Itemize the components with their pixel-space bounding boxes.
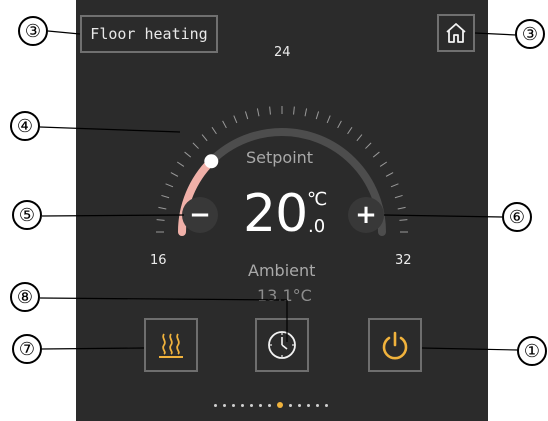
dial-tick [165,183,174,188]
page-dot[interactable] [232,403,235,407]
dial-tick [269,106,271,115]
ambient-label: Ambient [248,261,316,280]
page-dot[interactable] [316,403,319,407]
callout-home: ③ [515,19,545,49]
decrease-label: − [189,200,211,230]
page-dot[interactable] [223,403,226,407]
clock-icon [268,331,296,359]
dial-tick [161,194,170,199]
page-dot[interactable] [268,403,271,407]
dial-tick [304,108,308,117]
setpoint-integer: 20 [243,184,308,244]
page-dot-active[interactable] [277,402,283,408]
dial-tick [222,120,227,129]
dial-tick [256,108,260,117]
callout-power: ① [517,336,547,366]
callout-knob: ④ [10,111,40,141]
dial-tick [365,142,372,149]
dial-min-label: 16 [150,253,167,268]
dial-tick [176,161,185,167]
dial-tick [315,111,320,120]
callout-plus: ⑥ [502,202,532,232]
callout-heating: ⑦ [12,334,42,364]
page-indicator[interactable] [214,402,328,408]
dial-tick [211,126,217,135]
dial-tick [326,115,331,124]
dial-tick [244,111,249,120]
ambient-value: 13.1°C [257,286,312,305]
dial-tick [379,161,388,167]
dial-tick [390,183,399,188]
page-dot[interactable] [325,403,328,407]
setpoint-decimal: .0 [308,216,326,237]
dial-tick [201,134,208,142]
dial-tick [394,194,403,199]
dial-tick [356,134,363,142]
dial-tick [156,219,165,221]
heating-mode-button[interactable] [144,318,198,372]
dial-tick [233,115,238,124]
increase-button[interactable]: + [348,197,384,233]
setpoint-label: Setpoint [246,148,314,167]
dial-tick [337,120,342,129]
schedule-button[interactable] [255,318,309,372]
page-dot[interactable] [214,403,217,407]
page-dot[interactable] [289,403,292,407]
increase-label: + [355,200,377,230]
dial-max-label: 32 [395,253,412,268]
power-button[interactable] [368,318,422,372]
dial-tick [399,219,408,221]
decrease-button[interactable]: − [182,197,218,233]
dial-tick [170,172,179,177]
floor-heating-icon [159,333,183,358]
dial-tick [397,206,406,210]
dial-tick [293,106,295,115]
callout-minus: ⑤ [12,200,42,230]
page-dot[interactable] [241,403,244,407]
page-dot[interactable] [307,403,310,407]
dial-mid-label: 24 [274,45,291,60]
temperature-unit: ℃ [307,189,328,210]
dial-knob[interactable] [204,154,219,169]
callout-schedule: ⑧ [10,282,40,312]
callout-title: ③ [18,16,48,46]
dial-tick [184,151,192,158]
dial-tick [192,142,199,149]
dial-tick [347,126,353,135]
page-dot[interactable] [298,403,301,407]
dial-tick [158,206,167,210]
page-dot[interactable] [259,403,262,407]
dial-tick [372,151,380,158]
page-dot[interactable] [250,403,253,407]
dial-tick [385,172,394,177]
power-icon [382,331,408,360]
